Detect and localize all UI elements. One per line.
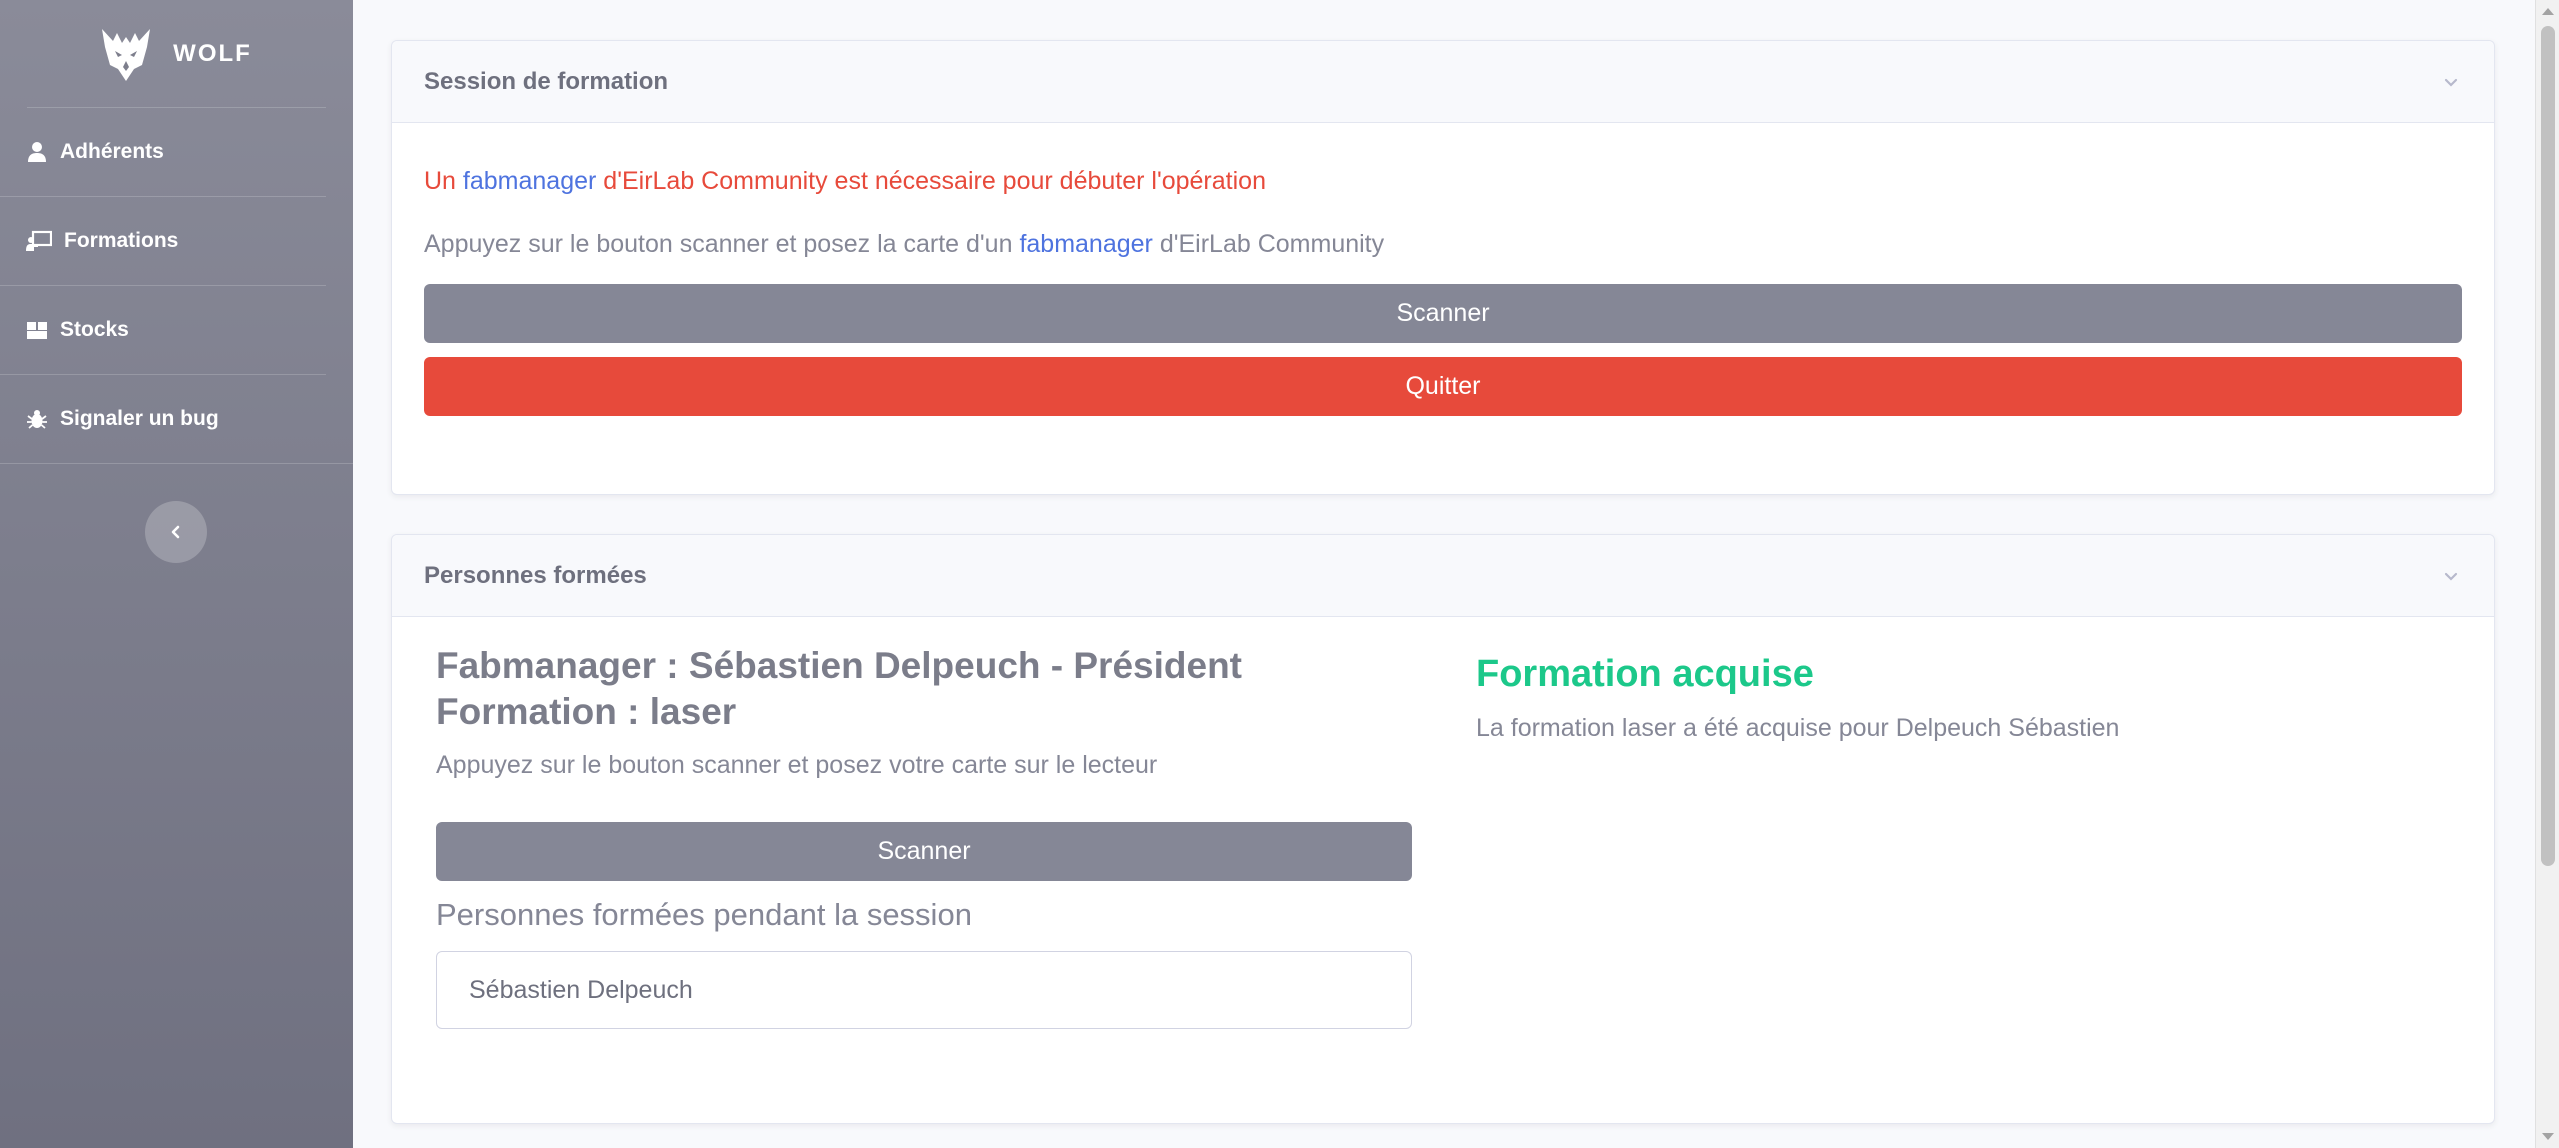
scroll-thumb[interactable] [2541, 26, 2555, 866]
sidebar-item-label: Stocks [60, 318, 129, 341]
scan-card-instruction: Appuyez sur le bouton scanner et posez v… [436, 751, 1158, 779]
training-result-panel: Formation acquise La formation laser a é… [1476, 643, 2456, 743]
session-card: Session de formation Un fabmanager d'Eir… [391, 40, 2495, 495]
instruction-text: d'EirLab Community [1152, 230, 1385, 258]
trained-card-header[interactable]: Personnes formées [392, 535, 2494, 617]
sidebar-item-label: Signaler un bug [60, 407, 219, 430]
success-heading: Formation acquise [1476, 653, 1814, 695]
sidebar-item-formations[interactable]: Formations [0, 197, 326, 286]
list-item: Sébastien Delpeuch [469, 975, 693, 1004]
fabmanager-required-message: Un fabmanager d'EirLab Community est néc… [424, 167, 2462, 196]
instruction-text: Appuyez sur le bouton scanner et posez l… [424, 230, 1020, 258]
brand-name: WOLF [173, 39, 252, 67]
training-scan-panel: Fabmanager : Sébastien Delpeuch - Présid… [436, 643, 1412, 1029]
formation-heading: Formation : laser [436, 691, 737, 732]
card-title: Personnes formées [424, 561, 647, 589]
trainee-scan-button[interactable]: Scanner [436, 822, 1412, 881]
bug-icon [26, 408, 48, 430]
main-content: Session de formation Un fabmanager d'Eir… [353, 0, 2535, 1148]
user-icon [26, 141, 48, 163]
chalkboard-teacher-icon [26, 230, 52, 252]
session-card-body: Un fabmanager d'EirLab Community est néc… [392, 123, 2494, 448]
scan-instruction: Appuyez sur le bouton scanner et posez l… [424, 230, 2462, 259]
success-message: La formation laser a été acquise pour De… [1476, 714, 2120, 742]
fabmanager-heading: Fabmanager : Sébastien Delpeuch - Présid… [436, 645, 1242, 686]
message-text: Un [424, 167, 463, 195]
brand[interactable]: WOLF [27, 0, 326, 108]
scroll-up-arrow-icon[interactable] [2542, 8, 2554, 15]
sidebar-toggle-button[interactable] [145, 501, 207, 563]
sidebar: WOLF Adhérents Formations Stocks Signale… [0, 0, 353, 1148]
sidebar-item-stocks[interactable]: Stocks [0, 286, 326, 375]
fabmanager-link[interactable]: fabmanager [1019, 230, 1152, 258]
quit-button[interactable]: Quitter [424, 357, 2462, 416]
scroll-down-arrow-icon[interactable] [2542, 1133, 2554, 1140]
session-card-header[interactable]: Session de formation [392, 41, 2494, 123]
session-scan-button[interactable]: Scanner [424, 284, 2462, 343]
sidebar-item-label: Adhérents [60, 140, 164, 163]
card-title: Session de formation [424, 67, 669, 95]
wolf-logo-icon [102, 28, 151, 81]
trained-list-title: Personnes formées pendant la session [436, 897, 972, 932]
sidebar-item-adherents[interactable]: Adhérents [0, 108, 326, 197]
chevron-down-icon[interactable] [2440, 71, 2462, 93]
boxes-icon [26, 319, 48, 341]
trained-people-list: Sébastien Delpeuch [436, 951, 1412, 1029]
sidebar-item-label: Formations [64, 229, 179, 252]
chevron-left-icon [171, 525, 180, 539]
fabmanager-link[interactable]: fabmanager [463, 167, 596, 195]
trained-persons-card: Personnes formées Fabmanager : Sébastien… [391, 534, 2495, 1124]
chevron-down-icon[interactable] [2440, 565, 2462, 587]
message-text: d'EirLab Community est nécessaire pour d… [596, 167, 1266, 195]
page-scrollbar[interactable] [2535, 0, 2559, 1148]
sidebar-item-signaler-un-bug[interactable]: Signaler un bug [0, 375, 353, 464]
